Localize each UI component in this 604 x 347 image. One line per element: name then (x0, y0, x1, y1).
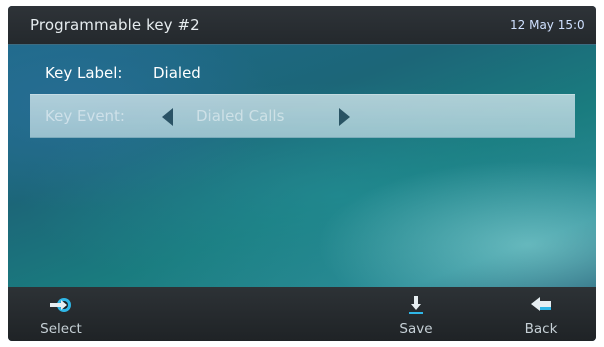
save-down-arrow-icon (409, 296, 423, 314)
select-softkey[interactable]: Select (21, 287, 101, 341)
key-event-caption: Key Event: (45, 107, 125, 125)
save-label: Save (399, 321, 433, 337)
page-title: Programmable key #2 (30, 16, 200, 34)
title-bar: Programmable key #2 12 May 15:0 (8, 6, 596, 45)
key-label-value[interactable]: Dialed (153, 64, 201, 82)
select-arrow-icon (50, 298, 71, 312)
phone-screen: Programmable key #2 12 May 15:0 Key Labe… (8, 6, 596, 341)
back-arrow-icon (531, 297, 551, 311)
back-softkey[interactable]: Back (501, 287, 581, 341)
back-label: Back (524, 321, 558, 337)
content-area: Key Label: Dialed Key Event: Dialed Call… (8, 45, 596, 287)
key-event-row[interactable]: Key Event: Dialed Calls (30, 94, 575, 138)
date-time: 12 May 15:0 (510, 18, 585, 32)
key-label-caption: Key Label: (45, 64, 123, 82)
key-event-value[interactable]: Dialed Calls (196, 107, 284, 125)
save-softkey[interactable]: Save (376, 287, 456, 341)
select-label: Select (40, 321, 82, 337)
softkey-bar: Select Save Back (8, 287, 596, 341)
next-option-icon[interactable] (339, 108, 350, 126)
key-label-row[interactable]: Key Label: Dialed (30, 52, 575, 94)
previous-option-icon[interactable] (162, 108, 173, 126)
